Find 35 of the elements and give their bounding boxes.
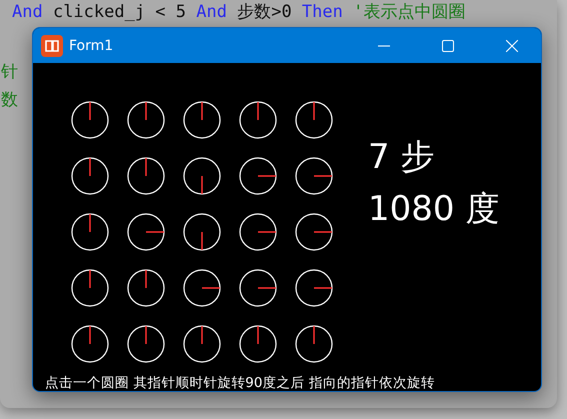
dial-icon[interactable]	[238, 324, 278, 364]
dial-icon[interactable]	[126, 156, 166, 196]
code-line: And clicked_j < 5 And 步数>0 Then '表示点中圆圈	[12, 1, 466, 23]
step-count: 7 步	[368, 137, 436, 177]
close-icon	[506, 40, 518, 52]
window-title: Form1	[69, 38, 114, 54]
code-line: 数	[1, 89, 18, 111]
dial-icon[interactable]	[238, 268, 278, 308]
dial-icon[interactable]	[126, 212, 166, 252]
dial-icon[interactable]	[182, 100, 222, 140]
dial-icon[interactable]	[126, 268, 166, 308]
dial-icon[interactable]	[70, 268, 110, 308]
dial-icon[interactable]	[126, 100, 166, 140]
dial-icon[interactable]	[294, 100, 334, 140]
instruction-text: 点击一个圆圈 其指针顺时针旋转90度之后 指向的指针依次旋转	[45, 374, 436, 391]
dial-icon[interactable]	[70, 324, 110, 364]
dial-icon[interactable]	[294, 268, 334, 308]
dial-icon[interactable]	[294, 156, 334, 196]
dial-icon[interactable]	[126, 324, 166, 364]
dial-icon[interactable]	[238, 156, 278, 196]
maximize-icon	[442, 40, 454, 52]
dial-icon[interactable]	[182, 324, 222, 364]
code-line: 针	[1, 61, 18, 83]
dial-icon[interactable]	[294, 212, 334, 252]
dial-icon[interactable]	[70, 156, 110, 196]
dial-icon[interactable]	[182, 156, 222, 196]
app-icon	[41, 34, 63, 56]
dial-icon[interactable]	[294, 324, 334, 364]
dial-icon[interactable]	[238, 212, 278, 252]
degree-total: 1080 度	[368, 189, 500, 229]
dial-icon[interactable]	[70, 100, 110, 140]
dial-icon[interactable]	[182, 268, 222, 308]
dial-icon[interactable]	[238, 100, 278, 140]
dial-icon[interactable]	[70, 212, 110, 252]
dial-icon[interactable]	[182, 212, 222, 252]
